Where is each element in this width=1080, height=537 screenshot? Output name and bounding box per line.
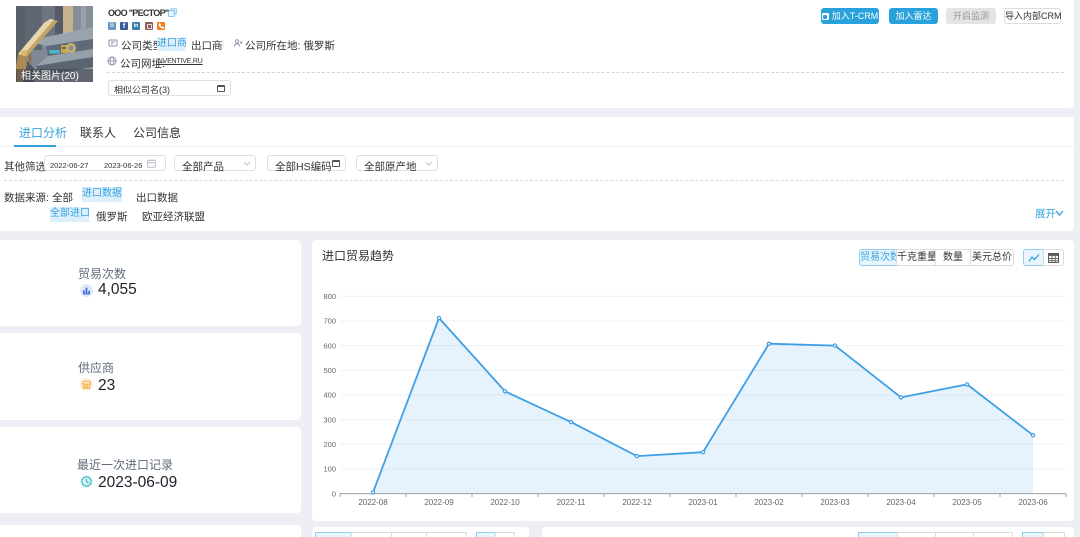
svg-text:300: 300 <box>323 415 336 424</box>
svg-text:2022-10: 2022-10 <box>490 498 520 507</box>
svg-text:2022-11: 2022-11 <box>557 498 586 507</box>
svg-text:200: 200 <box>323 440 336 449</box>
svg-text:600: 600 <box>323 341 336 350</box>
svg-text:2023-04: 2023-04 <box>886 498 916 507</box>
svg-text:500: 500 <box>323 366 336 375</box>
svg-text:相关图片(20): 相关图片(20) <box>21 69 79 82</box>
svg-text:700: 700 <box>323 317 336 326</box>
svg-text:2023-01: 2023-01 <box>688 498 718 507</box>
svg-text:100: 100 <box>323 465 336 474</box>
svg-text:2022-08: 2022-08 <box>358 498 388 507</box>
svg-text:2023-05: 2023-05 <box>952 498 982 507</box>
svg-text:800: 800 <box>323 292 336 301</box>
svg-text:400: 400 <box>323 391 336 400</box>
svg-text:0: 0 <box>332 489 336 498</box>
svg-text:2023-03: 2023-03 <box>820 498 850 507</box>
svg-text:2023-06: 2023-06 <box>1018 498 1048 507</box>
svg-text:2022-12: 2022-12 <box>622 498 652 507</box>
svg-text:2023-02: 2023-02 <box>754 498 784 507</box>
svg-text:2022-09: 2022-09 <box>424 498 454 507</box>
